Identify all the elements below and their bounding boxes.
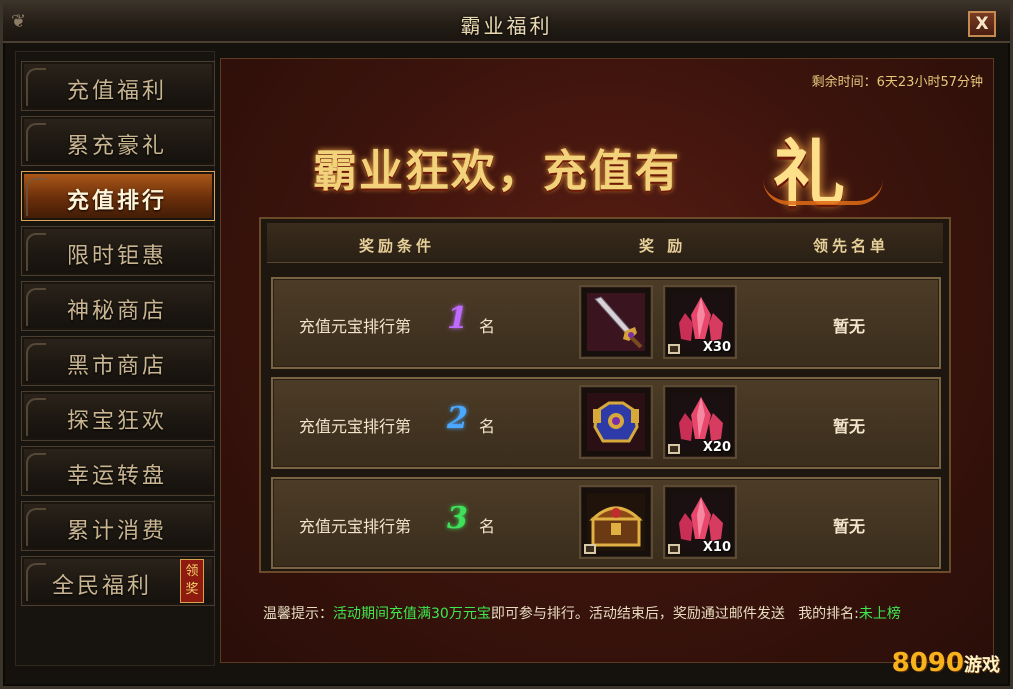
my-rank-value: 未上榜 — [858, 606, 901, 622]
sidebar-item-recharge-welfare[interactable]: 充值福利 — [21, 61, 215, 111]
reward-slot[interactable]: X30 — [663, 285, 737, 359]
my-rank-label: 我的排名: — [798, 606, 859, 622]
bound-lock-icon — [668, 344, 680, 354]
sidebar-item-limited-deals[interactable]: 限时钜惠 — [21, 226, 215, 276]
leader-name: 暂无 — [833, 317, 866, 336]
sword-icon — [587, 293, 645, 351]
bound-lock-icon — [584, 544, 596, 554]
sidebar-item-black-market[interactable]: 黑市商店 — [21, 336, 215, 386]
bound-lock-icon — [668, 444, 680, 454]
sidebar-item-recharge-ranking[interactable]: 充值排行 — [21, 171, 215, 221]
rank-condition-text: 充值元宝排行第 — [299, 517, 412, 536]
leader-name: 暂无 — [833, 517, 866, 536]
watermark-logo: 8090游戏 — [891, 648, 1000, 678]
window-title: 霸业福利 — [460, 14, 553, 38]
bound-lock-icon — [668, 544, 680, 554]
reward-slot[interactable]: X10 — [663, 485, 737, 559]
rank-suffix: 名 — [479, 417, 496, 436]
reward-slot[interactable]: X20 — [663, 385, 737, 459]
table-header: 奖励条件 奖 励 领先名单 — [267, 223, 943, 263]
sidebar-item-cumulative-gifts[interactable]: 累充豪礼 — [21, 116, 215, 166]
reward-quantity: X10 — [702, 540, 731, 555]
claim-badge: 领奖 — [180, 559, 204, 603]
tip-text: 温馨提示：活动期间充值满30万元宝即可参与排行。活动结束后，奖励通过邮件发送 我… — [263, 606, 901, 622]
banner-swirl-decoration — [763, 179, 883, 205]
close-button[interactable]: X — [968, 11, 996, 37]
event-banner: 霸业狂欢，充值有 礼 — [303, 121, 923, 216]
header-reward: 奖 励 — [639, 237, 687, 255]
leader-name: 暂无 — [833, 417, 866, 436]
rank-suffix: 名 — [479, 517, 496, 536]
reward-slot[interactable] — [579, 285, 653, 359]
main-panel: 剩余时间：6天23小时57分钟 霸业狂欢，充值有 礼 奖励条件 奖 励 领先名单… — [220, 58, 994, 663]
rank-condition-text: 充值元宝排行第 — [299, 417, 412, 436]
rank-number: 1 — [447, 301, 468, 336]
title-bar: ❦ 霸业福利 X — [3, 3, 1010, 43]
reward-slot[interactable] — [579, 485, 653, 559]
treasure-chest-icon — [587, 493, 645, 551]
sidebar-item-cumulative-spend[interactable]: 累计消费 — [21, 501, 215, 551]
sidebar-item-lucky-wheel[interactable]: 幸运转盘 — [21, 446, 215, 496]
reward-table: 奖励条件 奖 励 领先名单 充值元宝排行第 1 名 X30 暂无 充值元宝排行第… — [259, 217, 951, 573]
tip-highlight: 活动期间充值满30万元宝 — [333, 606, 491, 622]
reward-quantity: X30 — [702, 340, 731, 355]
reward-quantity: X20 — [702, 440, 731, 455]
rank-condition-text: 充值元宝排行第 — [299, 317, 412, 336]
sidebar-item-mystery-shop[interactable]: 神秘商店 — [21, 281, 215, 331]
remaining-time: 剩余时间：6天23小时57分钟 — [811, 75, 983, 90]
header-condition: 奖励条件 — [359, 237, 436, 255]
header-leader: 领先名单 — [813, 237, 890, 255]
rank-suffix: 名 — [479, 317, 496, 336]
armor-icon — [587, 393, 645, 451]
table-row: 充值元宝排行第 1 名 X30 暂无 — [271, 277, 941, 369]
sidebar-item-treasure-hunt[interactable]: 探宝狂欢 — [21, 391, 215, 441]
sidebar-item-universal-welfare[interactable]: 全民福利 领奖 — [21, 556, 215, 606]
reward-slot[interactable] — [579, 385, 653, 459]
table-row: 充值元宝排行第 3 名 X10 暂无 — [271, 477, 941, 569]
banner-title: 霸业狂欢，充值有 — [313, 146, 681, 197]
welfare-window: ❦ 霸业福利 X 充值福利 累充豪礼 充值排行 限时钜惠 神秘商店 黑市商店 探… — [0, 0, 1013, 689]
rank-number: 3 — [447, 501, 468, 536]
rank-number: 2 — [447, 401, 468, 436]
table-row: 充值元宝排行第 2 名 X20 暂无 — [271, 377, 941, 469]
